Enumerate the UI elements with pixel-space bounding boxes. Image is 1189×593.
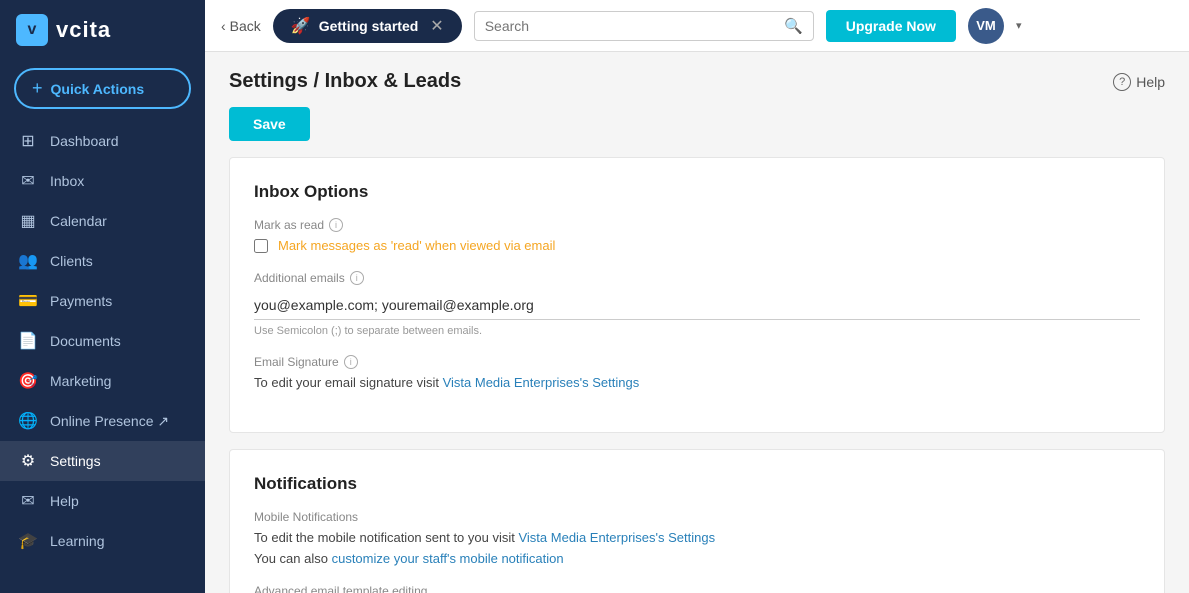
- mobile-notifications-label: Mobile Notifications: [254, 510, 1140, 524]
- mark-as-read-info-icon[interactable]: i: [329, 218, 343, 232]
- sidebar-item-marketing[interactable]: 🎯 Marketing: [0, 361, 205, 401]
- additional-emails-input[interactable]: [254, 291, 1140, 320]
- email-signature-text: To edit your email signature visit Vista…: [254, 375, 1140, 390]
- customize-staff-link[interactable]: customize your staff's mobile notificati…: [332, 551, 564, 566]
- additional-emails-hint: Use Semicolon (;) to separate between em…: [254, 325, 1140, 337]
- back-label: Back: [230, 18, 261, 34]
- sidebar-item-label: Marketing: [50, 373, 111, 389]
- sidebar-nav: ⊞ Dashboard ✉ Inbox ▦ Calendar 👥 Clients…: [0, 121, 205, 593]
- mark-as-read-group: Mark as read i Mark messages as 'read' w…: [254, 218, 1140, 253]
- sidebar-item-inbox[interactable]: ✉ Inbox: [0, 161, 205, 201]
- sidebar-item-label: Documents: [50, 333, 121, 349]
- sidebar-item-dashboard[interactable]: ⊞ Dashboard: [0, 121, 205, 161]
- sidebar-item-learning[interactable]: 🎓 Learning: [0, 521, 205, 561]
- logo-icon: v: [16, 14, 48, 46]
- mark-as-read-checkbox[interactable]: [254, 239, 268, 253]
- additional-emails-label: Additional emails i: [254, 271, 1140, 285]
- email-signature-info-icon[interactable]: i: [344, 355, 358, 369]
- sidebar-item-calendar[interactable]: ▦ Calendar: [0, 201, 205, 241]
- main-content: ‹ Back 🚀 Getting started ✕ 🔍 Upgrade Now…: [205, 0, 1189, 593]
- sidebar-item-label: Inbox: [50, 173, 84, 189]
- sidebar-item-label: Help: [50, 493, 79, 509]
- inbox-options-card: Inbox Options Mark as read i Mark messag…: [229, 157, 1165, 433]
- quick-actions-label: Quick Actions: [51, 81, 145, 97]
- online-presence-icon: 🌐: [18, 411, 38, 431]
- page-content: Settings / Inbox & Leads ? Help Save Inb…: [205, 52, 1189, 593]
- sidebar-item-label: Dashboard: [50, 133, 119, 149]
- sidebar-item-label: Settings: [50, 453, 101, 469]
- sidebar-item-documents[interactable]: 📄 Documents: [0, 321, 205, 361]
- topbar: ‹ Back 🚀 Getting started ✕ 🔍 Upgrade Now…: [205, 0, 1189, 52]
- mark-as-read-label: Mark as read i: [254, 218, 1140, 232]
- save-button[interactable]: Save: [229, 107, 310, 141]
- upgrade-button[interactable]: Upgrade Now: [826, 10, 956, 42]
- notifications-title: Notifications: [254, 474, 1140, 494]
- clients-icon: 👥: [18, 251, 38, 271]
- search-input[interactable]: [485, 18, 778, 34]
- help-link[interactable]: ? Help: [1113, 73, 1165, 91]
- mark-as-read-checkbox-label: Mark messages as 'read' when viewed via …: [278, 238, 555, 253]
- additional-emails-group: Additional emails i Use Semicolon (;) to…: [254, 271, 1140, 337]
- marketing-icon: 🎯: [18, 371, 38, 391]
- page-title: Settings / Inbox & Leads: [229, 70, 461, 93]
- sidebar-item-label: Payments: [50, 293, 112, 309]
- advanced-email-group: Advanced email template editing To edit …: [254, 584, 1140, 593]
- avatar-button[interactable]: VM: [968, 8, 1004, 44]
- logo-container: v vcita: [0, 0, 205, 60]
- help-label: Help: [1136, 74, 1165, 90]
- sidebar-item-label: Online Presence ↗: [50, 413, 169, 430]
- sidebar-item-online-presence[interactable]: 🌐 Online Presence ↗: [0, 401, 205, 441]
- rocket-icon: 🚀: [291, 16, 311, 36]
- email-signature-group: Email Signature i To edit your email sig…: [254, 355, 1140, 390]
- learning-icon: 🎓: [18, 531, 38, 551]
- quick-actions-button[interactable]: + Quick Actions: [14, 68, 191, 109]
- sidebar-item-clients[interactable]: 👥 Clients: [0, 241, 205, 281]
- search-icon: 🔍: [784, 17, 803, 35]
- help-circle-icon: ?: [1113, 73, 1131, 91]
- plus-icon: +: [32, 78, 43, 99]
- chevron-down-icon[interactable]: ▾: [1016, 19, 1022, 32]
- getting-started-tab[interactable]: 🚀 Getting started ✕: [273, 9, 462, 43]
- sidebar-item-label: Learning: [50, 533, 105, 549]
- sidebar-item-label: Clients: [50, 253, 93, 269]
- calendar-icon: ▦: [18, 211, 38, 231]
- sidebar-item-payments[interactable]: 💳 Payments: [0, 281, 205, 321]
- notifications-card: Notifications Mobile Notifications To ed…: [229, 449, 1165, 593]
- sidebar-item-help[interactable]: ✉ Help: [0, 481, 205, 521]
- chevron-left-icon: ‹: [221, 18, 226, 34]
- dashboard-icon: ⊞: [18, 131, 38, 151]
- back-button[interactable]: ‹ Back: [221, 18, 261, 34]
- sidebar: v vcita + Quick Actions ⊞ Dashboard ✉ In…: [0, 0, 205, 593]
- inbox-options-title: Inbox Options: [254, 182, 1140, 202]
- search-box: 🔍: [474, 11, 814, 41]
- mobile-notifications-group: Mobile Notifications To edit the mobile …: [254, 510, 1140, 566]
- mobile-notifications-text2: You can also customize your staff's mobi…: [254, 551, 1140, 566]
- additional-emails-info-icon[interactable]: i: [350, 271, 364, 285]
- brand-name: vcita: [56, 17, 111, 43]
- sidebar-item-settings[interactable]: ⚙ Settings: [0, 441, 205, 481]
- payments-icon: 💳: [18, 291, 38, 311]
- inbox-icon: ✉: [18, 171, 38, 191]
- mobile-settings-link[interactable]: Vista Media Enterprises's Settings: [518, 530, 715, 545]
- getting-started-label: Getting started: [319, 18, 419, 34]
- close-tab-button[interactable]: ✕: [430, 16, 443, 36]
- mobile-notifications-text: To edit the mobile notification sent to …: [254, 530, 1140, 545]
- settings-icon: ⚙: [18, 451, 38, 471]
- email-signature-link[interactable]: Vista Media Enterprises's Settings: [443, 375, 640, 390]
- mark-as-read-row: Mark messages as 'read' when viewed via …: [254, 238, 1140, 253]
- documents-icon: 📄: [18, 331, 38, 351]
- advanced-email-label: Advanced email template editing: [254, 584, 1140, 593]
- page-header: Settings / Inbox & Leads ? Help: [229, 52, 1165, 107]
- help-icon: ✉: [18, 491, 38, 511]
- email-signature-label: Email Signature i: [254, 355, 1140, 369]
- sidebar-item-label: Calendar: [50, 213, 107, 229]
